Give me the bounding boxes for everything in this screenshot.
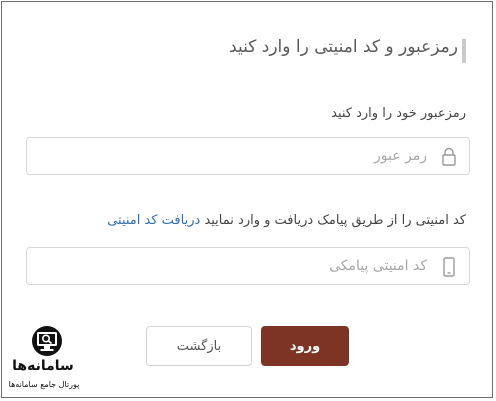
password-field-container: [26, 137, 470, 175]
security-code-input[interactable]: [27, 248, 469, 284]
security-code-instruction: کد امنیتی را از طریق پیامک دریافت و وارد…: [204, 213, 466, 228]
security-code-field-container: [26, 247, 470, 285]
mobile-phone-icon: [443, 257, 455, 277]
watermark-name: سامانه‌ها: [12, 358, 74, 374]
title-accent-bar: [462, 39, 466, 63]
lock-icon: [442, 147, 456, 166]
login-button[interactable]: ورود: [261, 326, 349, 366]
watermark-subtitle: پورتال جامع سامانه‌ها: [8, 380, 80, 389]
password-label: رمزعبور خود را وارد کنید: [331, 106, 466, 121]
back-button[interactable]: بازگشت: [146, 326, 252, 366]
password-input[interactable]: [27, 138, 469, 174]
get-security-code-link[interactable]: دریافت کد امنیتی: [107, 213, 200, 228]
page-title: رمزعبور و کد امنیتی را وارد کنید: [229, 37, 458, 57]
security-code-label: کد امنیتی را از طریق پیامک دریافت و وارد…: [107, 213, 466, 228]
